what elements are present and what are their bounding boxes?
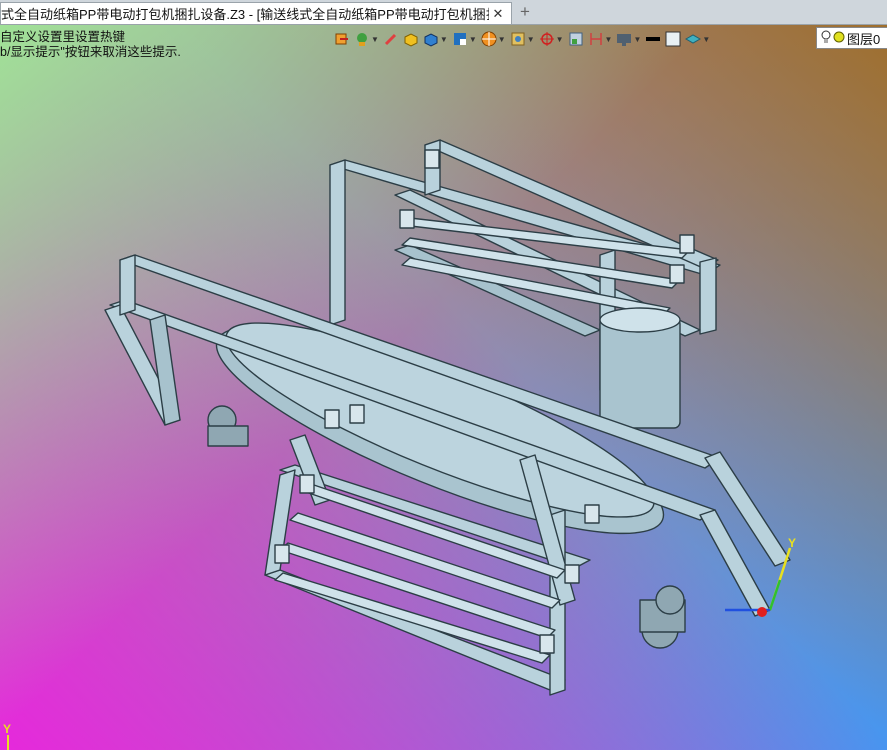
line-black-icon [645,31,661,47]
fill-white-icon [665,31,681,47]
line-color-button[interactable] [645,31,661,47]
box-yellow-button[interactable] [403,31,419,47]
pivot-button[interactable]: ▼ [539,31,564,47]
gear-motor-right [639,585,686,649]
layer-name: 图层0 [847,31,881,47]
import-button[interactable] [334,31,350,47]
render-mode-icon [354,31,370,47]
gear-motor-left [207,405,249,447]
hint-line-2: b/显示提示"按钮来取消这些提示. [0,45,181,59]
world-axis-y-label: Y [3,722,12,736]
close-tab-icon[interactable]: ✕ [489,6,507,22]
section-button[interactable]: ▼ [588,31,613,47]
cube-blue-icon [423,31,439,47]
zoom-fit-button[interactable]: ▼ [510,31,535,47]
chevron-down-icon[interactable]: ▼ [469,35,477,44]
document-tab-bar: 式全自动纸箱PP带电动打包机捆扎设备.Z3 - [输送线式全自动纸箱PP带电动打… [0,0,887,25]
hint-text: 自定义设置里设置热键 b/显示提示"按钮来取消这些提示. [0,30,181,60]
view-toolbar: ▼ ▼ ▼ ▼ ▼ ▼ ▼ ▼ ▼ [334,27,714,51]
pivot-icon [539,31,555,47]
lightbulb-icon [821,30,831,47]
zoom-fit-icon [510,31,526,47]
frame-icon [568,31,584,47]
hint-line-1: 自定义设置里设置热键 [0,30,126,44]
chevron-down-icon[interactable]: ▼ [371,35,379,44]
cad-model-view[interactable] [0,0,887,750]
box-yellow-icon [403,31,419,47]
layer-selector[interactable]: 图层0 [816,27,887,49]
import-icon [334,31,350,47]
local-axis-y-label: Y [788,536,797,550]
layer-color-icon [833,31,845,46]
chevron-down-icon[interactable]: ▼ [556,35,564,44]
chevron-down-icon[interactable]: ▼ [633,35,641,44]
monitor-icon [616,31,632,47]
document-tab[interactable]: 式全自动纸箱PP带电动打包机捆扎设备.Z3 - [输送线式全自动纸箱PP带电动打… [0,2,512,24]
layer-stack-icon [685,31,702,47]
chevron-down-icon[interactable]: ▼ [702,35,710,44]
frame-button[interactable] [568,31,584,47]
view-cube-icon [452,31,468,47]
chevron-down-icon[interactable]: ▼ [498,35,506,44]
color-wheel-icon [481,31,497,47]
pen-icon [383,31,399,47]
render-mode-button[interactable]: ▼ [354,31,379,47]
layer-stack-button[interactable]: ▼ [685,31,710,47]
chevron-down-icon[interactable]: ▼ [527,35,535,44]
monitor-button[interactable]: ▼ [616,31,641,47]
pen-button[interactable] [383,31,399,47]
cube-blue-button[interactable]: ▼ [423,31,448,47]
chevron-down-icon[interactable]: ▼ [440,35,448,44]
section-icon [588,31,604,47]
color-wheel-button[interactable]: ▼ [481,31,506,47]
view-cube-button[interactable]: ▼ [452,31,477,47]
vertical-cylinder [599,307,681,429]
new-tab-button[interactable]: + [520,2,530,22]
fill-color-button[interactable] [665,31,681,47]
document-tab-title: 式全自动纸箱PP带电动打包机捆扎设备.Z3 - [输送线式全自动纸箱PP带电动打… [1,7,489,22]
chevron-down-icon[interactable]: ▼ [605,35,613,44]
